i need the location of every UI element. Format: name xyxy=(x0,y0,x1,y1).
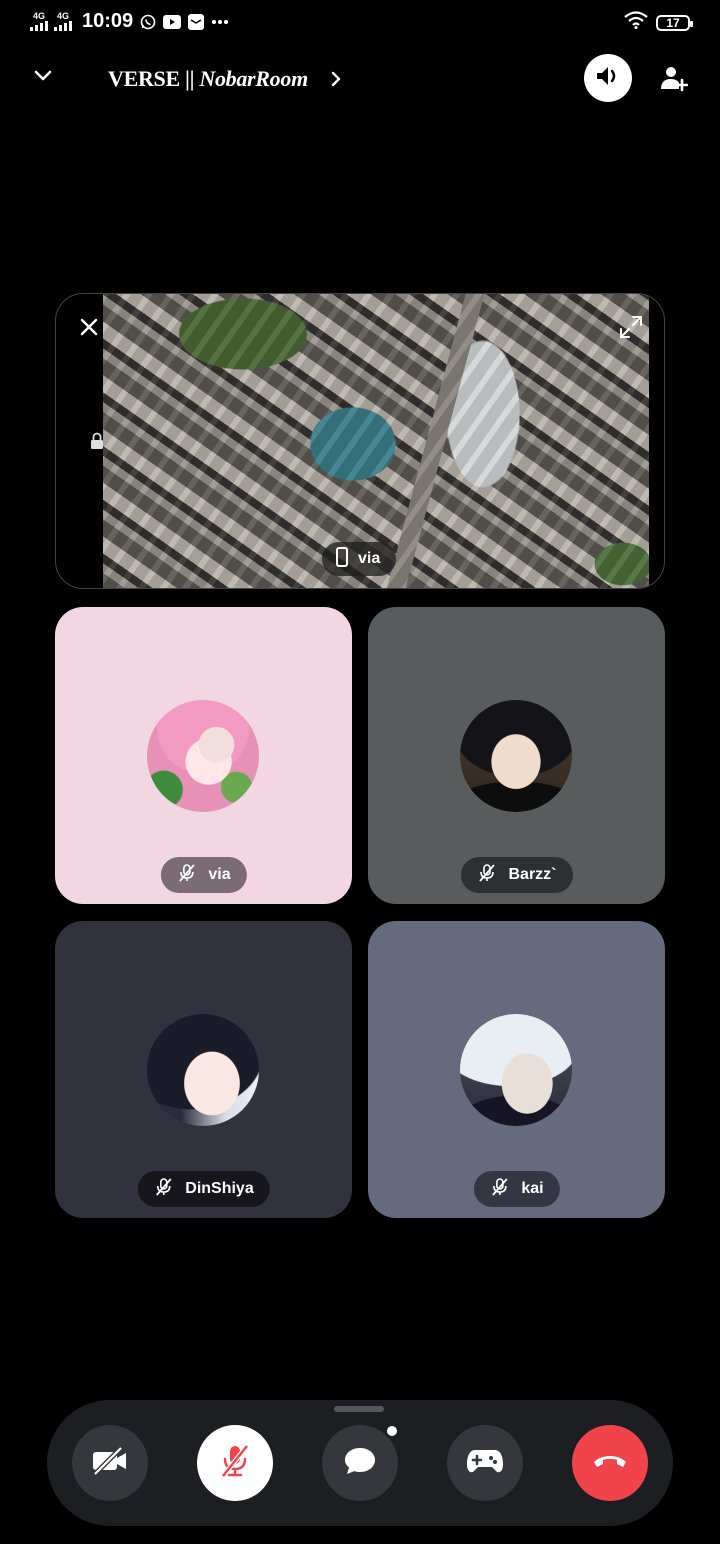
participant-tile[interactable]: kai xyxy=(368,921,665,1218)
hang-up-icon xyxy=(592,1453,628,1474)
room-title-prefix: VERSE || xyxy=(108,66,200,91)
participant-tile[interactable]: via xyxy=(55,607,352,904)
add-user-button[interactable] xyxy=(660,64,689,97)
mail-icon xyxy=(187,13,205,31)
room-title[interactable]: VERSE || NobarRoom xyxy=(108,66,308,92)
clock: 10:09 xyxy=(82,10,134,32)
lock-icon xyxy=(90,432,104,455)
end-call-button[interactable] xyxy=(572,1425,648,1501)
mic-off-icon xyxy=(476,863,496,888)
mic-off-icon xyxy=(176,863,196,888)
participant-name: kai xyxy=(521,1180,544,1197)
gamepad-icon xyxy=(466,1447,504,1480)
stream-owner-tag: via xyxy=(322,542,397,576)
unread-badge xyxy=(384,1423,400,1439)
speaker-icon xyxy=(595,64,621,93)
battery-indicator: 17 xyxy=(656,14,693,31)
fullscreen-button[interactable] xyxy=(618,314,644,345)
status-bar: 4G 4G 10:09 17 xyxy=(0,0,720,44)
camera-toggle-button[interactable] xyxy=(72,1425,148,1501)
network-type-label: 4G xyxy=(32,11,45,21)
avatar xyxy=(460,700,572,812)
participant-name-tag: via xyxy=(160,857,247,893)
more-notifications-icon xyxy=(211,13,229,31)
chat-button[interactable] xyxy=(322,1423,400,1501)
close-stream-button[interactable] xyxy=(78,316,100,343)
drag-handle[interactable] xyxy=(334,1406,384,1412)
phone-icon xyxy=(336,546,348,572)
network-type-label: 4G xyxy=(56,11,69,21)
minimize-button[interactable] xyxy=(32,68,54,87)
participant-tile[interactable]: Barzz` xyxy=(368,607,665,904)
call-controls xyxy=(47,1400,673,1526)
activities-button[interactable] xyxy=(447,1425,523,1501)
call-header: VERSE || NobarRoom xyxy=(0,52,720,108)
participant-name: DinShiya xyxy=(185,1180,254,1197)
mic-off-icon xyxy=(489,1177,509,1202)
participant-name: via xyxy=(208,866,231,883)
camera-off-icon xyxy=(91,1445,129,1481)
participant-name-tag: kai xyxy=(473,1171,560,1207)
participant-tile[interactable]: DinShiya xyxy=(55,921,352,1218)
screen-share-view[interactable]: via xyxy=(55,293,665,589)
participant-name-tag: DinShiya xyxy=(137,1171,270,1207)
whatsapp-icon xyxy=(139,13,157,31)
room-title-name: NobarRoom xyxy=(199,66,308,91)
mic-off-icon xyxy=(220,1443,250,1483)
network-indicator-2: 4G xyxy=(54,12,72,31)
avatar xyxy=(147,700,259,812)
youtube-icon xyxy=(163,13,182,31)
mic-off-icon xyxy=(153,1177,173,1202)
wifi-icon xyxy=(624,11,648,34)
network-indicator-1: 4G xyxy=(30,12,48,31)
mic-toggle-button[interactable] xyxy=(197,1425,273,1501)
avatar xyxy=(460,1014,572,1126)
chevron-right-icon[interactable] xyxy=(330,70,342,93)
participant-name: Barzz` xyxy=(508,866,557,883)
chat-icon xyxy=(343,1445,377,1482)
stream-owner-name: via xyxy=(358,550,381,567)
participant-name-tag: Barzz` xyxy=(460,857,573,893)
speaker-button[interactable] xyxy=(584,54,632,102)
avatar xyxy=(147,1014,259,1126)
